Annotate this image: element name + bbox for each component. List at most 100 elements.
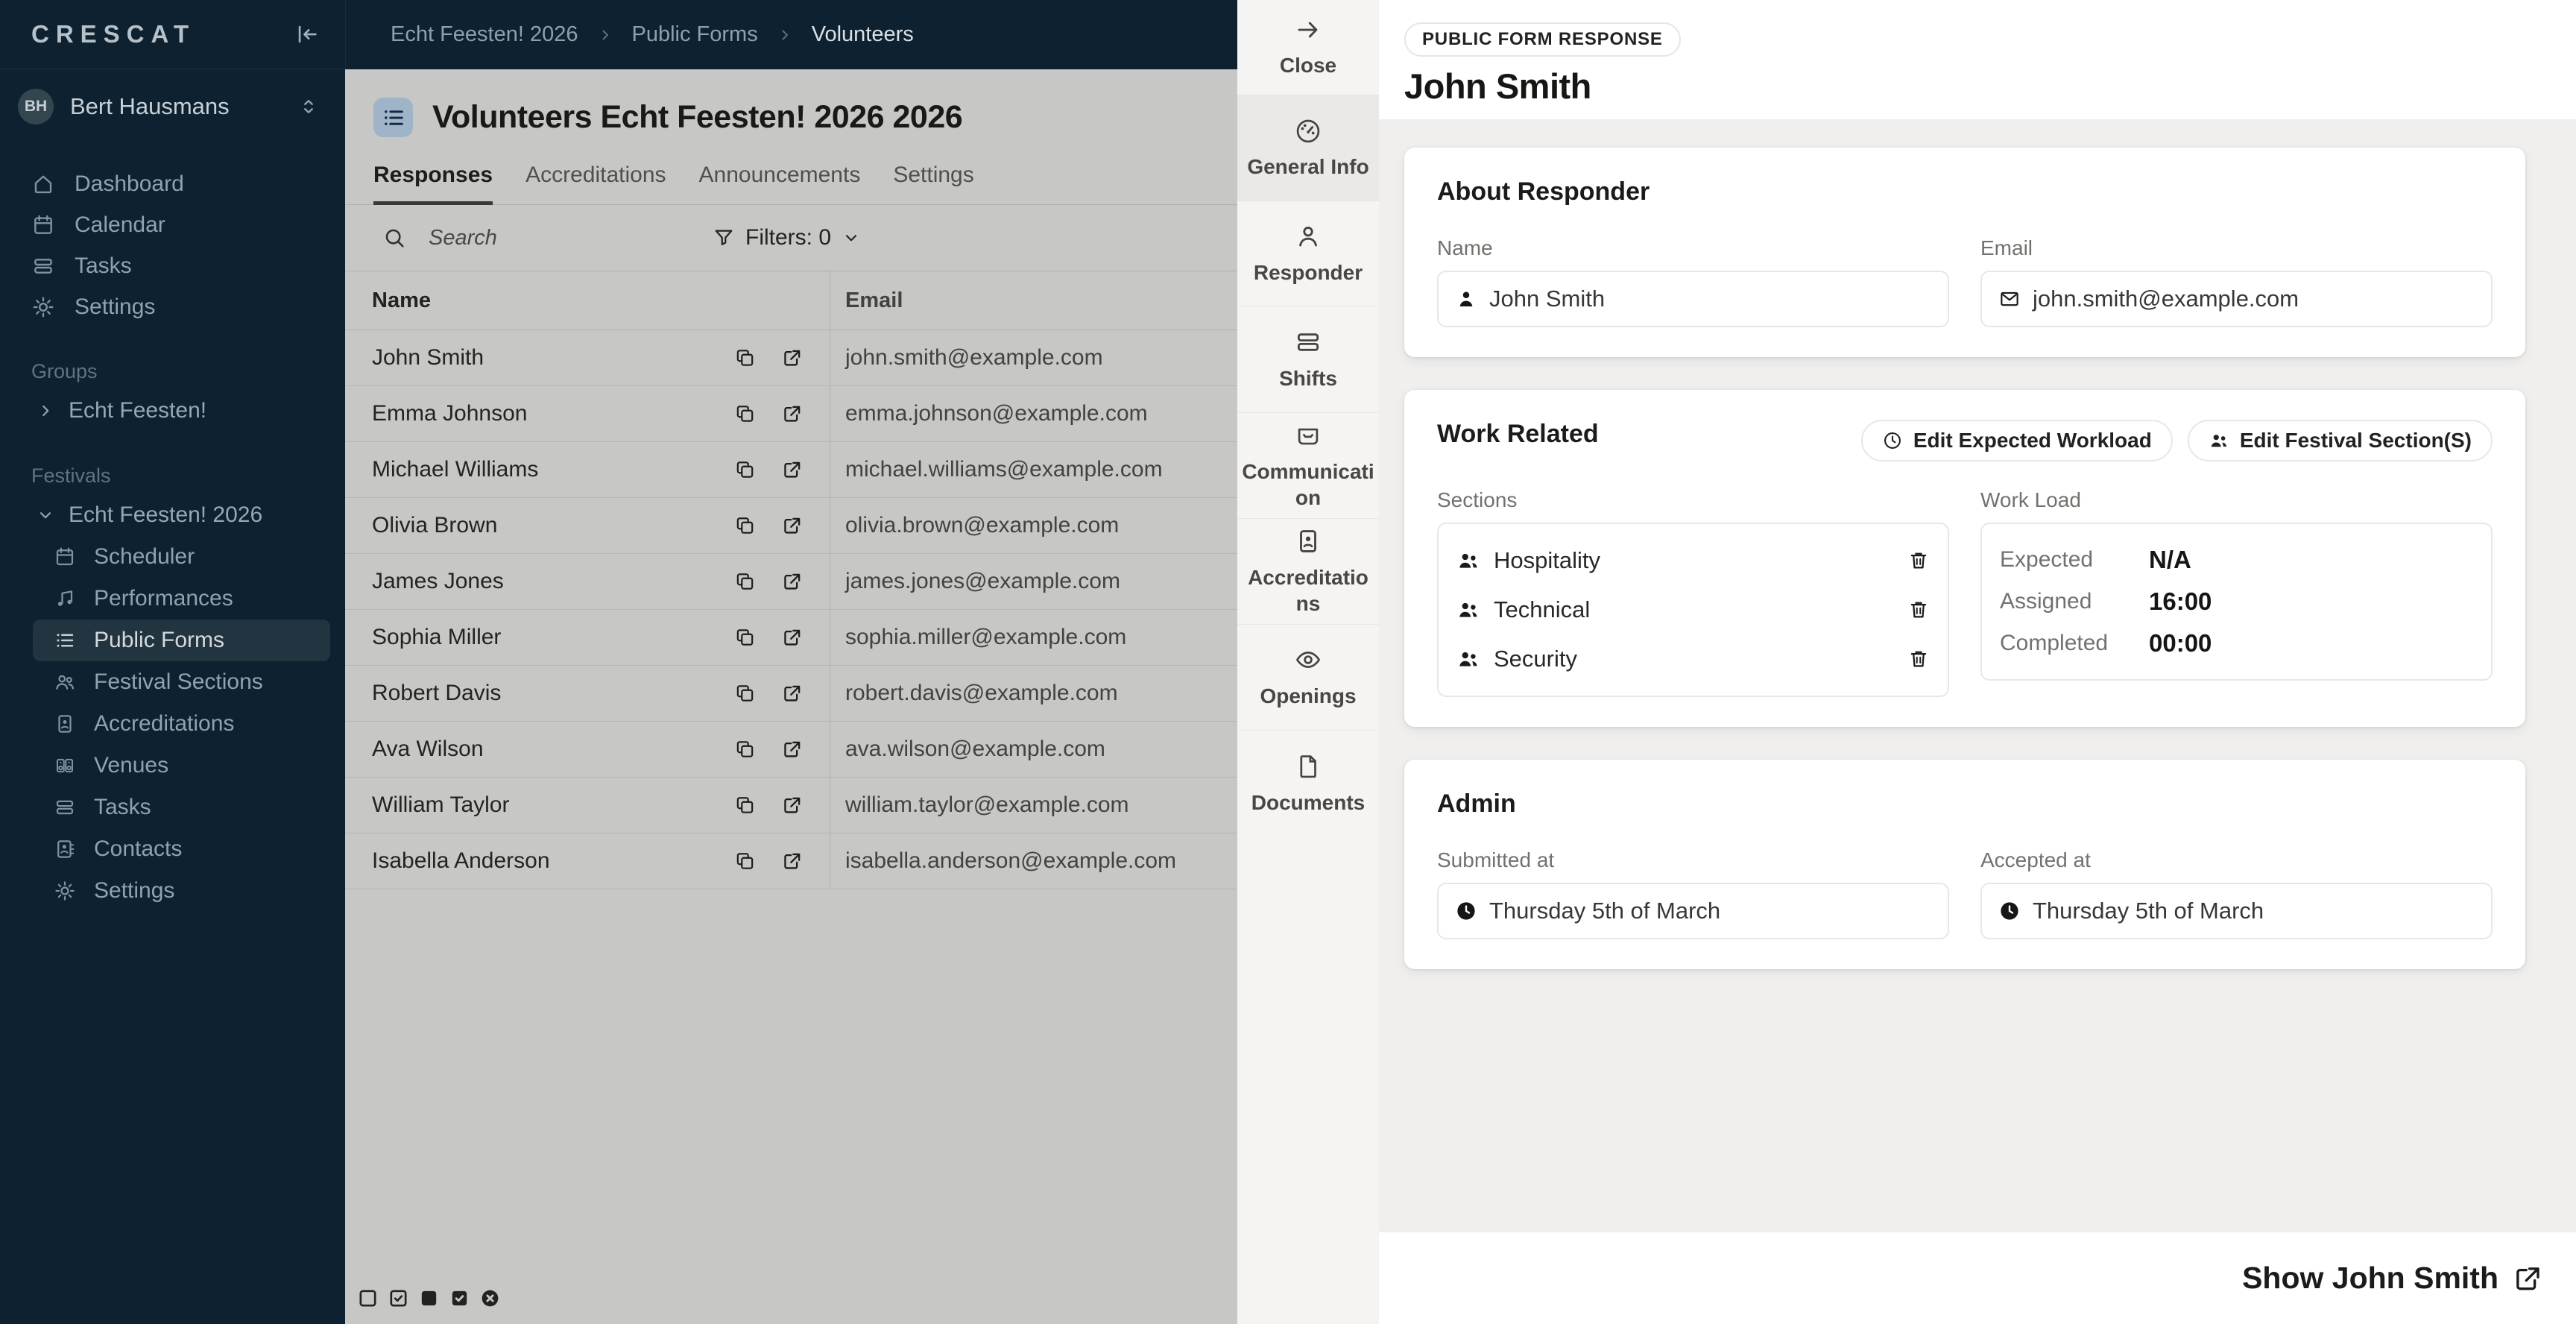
table-row[interactable]: Ava Wilson ava.wilson@example.com: [345, 722, 1237, 778]
sidebar-item-festival-settings[interactable]: Settings: [0, 870, 345, 912]
open-external-icon[interactable]: [781, 515, 803, 537]
user-menu[interactable]: BH Bert Hausmans: [0, 69, 345, 144]
tab-settings[interactable]: Settings: [893, 163, 973, 204]
table-row[interactable]: Emma Johnson emma.johnson@example.com: [345, 386, 1237, 442]
rail-item-communication[interactable]: Communication: [1237, 413, 1379, 519]
sidebar-item-label: Tasks: [94, 795, 151, 820]
sidebar-item-performances[interactable]: Performances: [0, 578, 345, 620]
tab-responses[interactable]: Responses: [373, 163, 493, 205]
duplicate-icon[interactable]: [734, 739, 756, 760]
duplicate-icon[interactable]: [734, 851, 756, 872]
open-external-icon[interactable]: [781, 627, 803, 649]
responder-email-input[interactable]: john.smith@example.com: [1980, 271, 2493, 327]
table-row[interactable]: John Smith john.smith@example.com: [345, 330, 1237, 386]
calendar-icon: [54, 546, 76, 568]
duplicate-icon[interactable]: [734, 459, 756, 481]
accepted-at-input[interactable]: Thursday 5th of March: [1980, 883, 2493, 939]
sidebar-item-dashboard[interactable]: Dashboard: [0, 163, 345, 204]
duplicate-icon[interactable]: [734, 795, 756, 816]
duplicate-icon[interactable]: [734, 403, 756, 425]
sidebar-item-tasks[interactable]: Tasks: [0, 245, 345, 286]
gauge-icon: [1294, 116, 1322, 145]
edit-expected-workload-button[interactable]: Edit Expected Workload: [1861, 420, 2173, 461]
submitted-at-value: Thursday 5th of March: [1489, 898, 1720, 924]
row-email: olivia.brown@example.com: [830, 498, 1237, 553]
row-email: michael.williams@example.com: [830, 442, 1237, 497]
name-field: Name John Smith: [1437, 236, 1949, 327]
sidebar-item-venues[interactable]: Venues: [0, 745, 345, 786]
sidebar-item-calendar[interactable]: Calendar: [0, 204, 345, 245]
sidebar-item-festival-sections[interactable]: Festival Sections: [0, 661, 345, 703]
sidebar-item-settings[interactable]: Settings: [0, 286, 345, 327]
sidebar-item-scheduler[interactable]: Scheduler: [0, 536, 345, 578]
email-field: Email john.smith@example.com: [1980, 236, 2493, 327]
rail-item-shifts[interactable]: Shifts: [1237, 307, 1379, 413]
rail-item-responder[interactable]: Responder: [1237, 201, 1379, 307]
search-placeholder: Search: [429, 226, 497, 250]
groups-section-label: Groups: [0, 360, 345, 382]
response-type-badge: PUBLIC FORM RESPONSE: [1404, 22, 1681, 57]
open-external-icon[interactable]: [781, 403, 803, 425]
breadcrumb-public-forms[interactable]: Public Forms: [632, 22, 758, 47]
collapse-sidebar-icon[interactable]: [294, 22, 320, 47]
open-external-icon[interactable]: [781, 347, 803, 369]
tab-accreditations[interactable]: Accreditations: [525, 163, 666, 204]
section-row-hospitality: Hospitality: [1456, 536, 1930, 585]
rail-item-accreditations[interactable]: Accreditations: [1237, 519, 1379, 625]
sidebar-festival-echt-feesten-2026[interactable]: Echt Feesten! 2026: [0, 494, 345, 536]
close-panel-button[interactable]: Close: [1237, 0, 1379, 95]
delete-section-icon[interactable]: [1907, 648, 1930, 670]
filters-dropdown[interactable]: Filters: 0: [713, 225, 861, 250]
duplicate-icon[interactable]: [734, 515, 756, 537]
sidebar-item-contacts[interactable]: Contacts: [0, 828, 345, 870]
duplicate-icon[interactable]: [734, 347, 756, 369]
work-related-card: Work Related Edit Expected Workload Edit…: [1404, 390, 2525, 727]
open-external-icon[interactable]: [781, 739, 803, 760]
sidebar-item-label: Public Forms: [94, 628, 224, 653]
delete-section-icon[interactable]: [1907, 599, 1930, 621]
search-input[interactable]: Search: [382, 226, 497, 250]
responder-name-input[interactable]: John Smith: [1437, 271, 1949, 327]
submitted-at-input[interactable]: Thursday 5th of March: [1437, 883, 1949, 939]
row-email: sophia.miller@example.com: [830, 610, 1237, 665]
open-external-icon[interactable]: [781, 683, 803, 704]
sidebar-item-public-forms[interactable]: Public Forms: [33, 620, 330, 661]
sidebar-item-accreditations[interactable]: Accreditations: [0, 703, 345, 745]
table-row[interactable]: Isabella Anderson isabella.anderson@exam…: [345, 833, 1237, 889]
sidebar-group-echt-feesten[interactable]: Echt Feesten!: [0, 390, 345, 432]
gear-icon: [54, 880, 76, 902]
breadcrumb-festival[interactable]: Echt Feesten! 2026: [391, 22, 578, 47]
table-row[interactable]: James Jones james.jones@example.com: [345, 554, 1237, 610]
table-row[interactable]: Robert Davis robert.davis@example.com: [345, 666, 1237, 722]
tasks-icon: [1294, 328, 1322, 356]
delete-section-icon[interactable]: [1907, 549, 1930, 572]
open-external-icon[interactable]: [781, 571, 803, 593]
tasks-icon: [31, 254, 55, 278]
open-external-icon[interactable]: [781, 851, 803, 872]
row-email: william.taylor@example.com: [830, 778, 1237, 833]
duplicate-icon[interactable]: [734, 683, 756, 704]
response-side-nav: Close General Info Responder Shifts Comm…: [1237, 0, 1379, 1324]
table-row[interactable]: Michael Williams michael.williams@exampl…: [345, 442, 1237, 498]
open-external-icon: [2512, 1263, 2543, 1294]
duplicate-icon[interactable]: [734, 627, 756, 649]
sidebar-item-festival-tasks[interactable]: Tasks: [0, 786, 345, 828]
open-external-icon[interactable]: [781, 795, 803, 816]
breadcrumb-current: Volunteers: [812, 22, 914, 47]
chevron-updown-icon: [297, 95, 320, 118]
list-title-row: Volunteers Echt Feesten! 2026 2026: [345, 69, 1237, 137]
tab-announcements[interactable]: Announcements: [699, 163, 861, 204]
table-row[interactable]: Sophia Miller sophia.miller@example.com: [345, 610, 1237, 666]
breadcrumb: Echt Feesten! 2026 Public Forms Voluntee…: [345, 0, 1237, 69]
show-responder-link[interactable]: Show John Smith: [2242, 1261, 2543, 1296]
duplicate-icon[interactable]: [734, 571, 756, 593]
rail-item-documents[interactable]: Documents: [1237, 731, 1379, 836]
rail-item-general-info[interactable]: General Info: [1237, 95, 1379, 201]
edit-festival-sections-button[interactable]: Edit Festival Section(S): [2188, 420, 2493, 461]
rail-item-openings[interactable]: Openings: [1237, 625, 1379, 731]
open-external-icon[interactable]: [781, 459, 803, 481]
sidebar-item-label: Performances: [94, 586, 233, 611]
table-row[interactable]: William Taylor william.taylor@example.co…: [345, 778, 1237, 833]
table-row[interactable]: Olivia Brown olivia.brown@example.com: [345, 498, 1237, 554]
id-badge-icon: [1294, 527, 1322, 555]
